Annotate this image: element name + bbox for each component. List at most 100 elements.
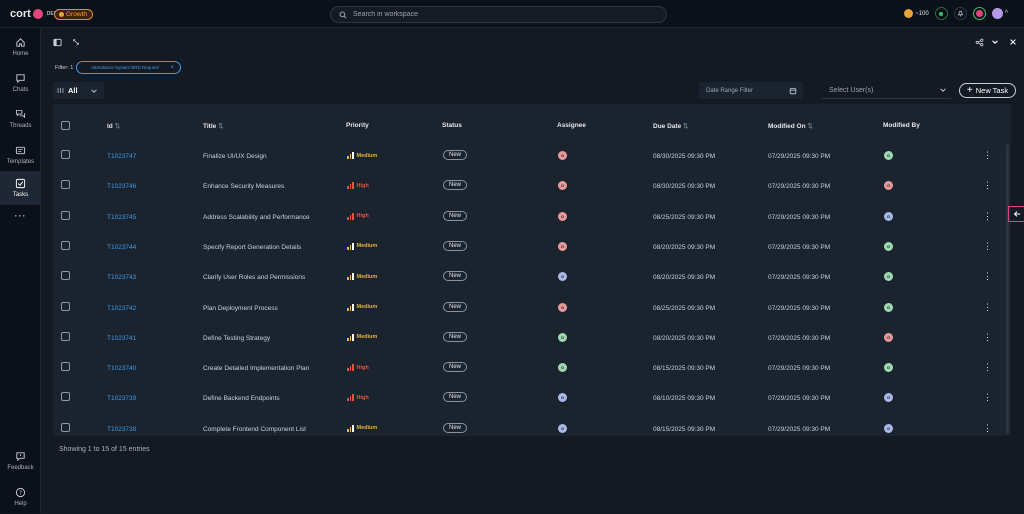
- credits-indicator[interactable]: ~100: [904, 9, 929, 18]
- row-checkbox[interactable]: [61, 362, 70, 372]
- row-menu-icon[interactable]: ⋮: [983, 211, 992, 220]
- column-header-due-date[interactable]: Due Date ⇅: [653, 122, 688, 130]
- sidebar-item-tasks[interactable]: Tasks: [0, 171, 41, 205]
- task-id-link[interactable]: T1023746: [107, 183, 136, 190]
- row-checkbox[interactable]: [61, 422, 70, 432]
- task-id-link[interactable]: T1023739: [107, 395, 136, 402]
- task-title[interactable]: Clarify User Roles and Permissions: [203, 274, 305, 281]
- modified-by-avatar[interactable]: G: [884, 423, 893, 433]
- assignee-avatar[interactable]: G: [558, 241, 567, 251]
- row-checkbox[interactable]: [61, 271, 70, 281]
- row-menu-icon[interactable]: ⋮: [983, 423, 992, 432]
- assignee-avatar[interactable]: G: [558, 211, 567, 221]
- row-menu-icon[interactable]: ⋮: [983, 393, 992, 402]
- table-row[interactable]: T1023739 Define Backend Endpoints High New G…: [53, 385, 1011, 415]
- assignee-avatar[interactable]: G: [558, 181, 567, 191]
- select-all-checkbox[interactable]: [61, 121, 70, 130]
- plan-badge[interactable]: Growth: [54, 9, 93, 20]
- assignee-avatar[interactable]: G: [558, 332, 567, 342]
- task-id-link[interactable]: T1023747: [107, 153, 136, 160]
- row-checkbox[interactable]: [61, 150, 70, 159]
- assignee-avatar[interactable]: G: [558, 272, 567, 282]
- row-checkbox[interactable]: [61, 240, 70, 250]
- status-badge[interactable]: New: [443, 362, 468, 373]
- sidebar-item-templates[interactable]: Templates: [0, 138, 41, 172]
- row-menu-icon[interactable]: ⋮: [983, 332, 992, 341]
- row-menu-icon[interactable]: ⋮: [983, 241, 992, 250]
- close-icon[interactable]: [1007, 36, 1019, 48]
- modified-by-avatar[interactable]: G: [884, 181, 893, 191]
- row-checkbox[interactable]: [61, 331, 70, 341]
- table-row[interactable]: T1023744 Specify Report Generation Detail…: [53, 234, 1011, 264]
- table-row[interactable]: T1023747 Finalize UI/UX Design Medium New G 0…: [53, 143, 1011, 173]
- task-id-link[interactable]: T1023744: [107, 244, 136, 251]
- table-row[interactable]: T1023741 Define Testing Strategy Medium New…: [53, 325, 1011, 355]
- row-checkbox[interactable]: [61, 301, 70, 311]
- row-menu-icon[interactable]: ⋮: [983, 151, 992, 160]
- task-title[interactable]: Define Backend Endpoints: [203, 395, 280, 402]
- panel-toggle-icon[interactable]: [51, 36, 63, 48]
- assignee-avatar[interactable]: G: [558, 151, 567, 160]
- status-badge[interactable]: New: [443, 301, 468, 312]
- chevron-down-icon[interactable]: [989, 36, 1001, 48]
- status-badge[interactable]: New: [443, 271, 468, 282]
- status-badge[interactable]: New: [443, 180, 468, 191]
- modified-by-avatar[interactable]: G: [884, 272, 893, 282]
- app-logo[interactable]: cort DEV: [10, 8, 57, 20]
- status-badge[interactable]: New: [443, 150, 468, 160]
- status-badge[interactable]: New: [443, 210, 468, 221]
- side-panel-toggle[interactable]: [1008, 206, 1024, 222]
- task-id-link[interactable]: T1023743: [107, 274, 136, 281]
- row-checkbox[interactable]: [61, 180, 70, 190]
- row-menu-icon[interactable]: ⋮: [983, 181, 992, 190]
- chip-close-icon[interactable]: ×: [170, 65, 174, 71]
- row-menu-icon[interactable]: ⋮: [983, 302, 992, 311]
- search-input[interactable]: [353, 11, 633, 18]
- task-id-link[interactable]: T1023738: [107, 426, 136, 433]
- task-id-link[interactable]: T1023740: [107, 365, 136, 372]
- collapse-icon[interactable]: [70, 36, 82, 48]
- assignee-avatar[interactable]: G: [558, 393, 567, 403]
- view-select[interactable]: All: [53, 82, 104, 99]
- task-title[interactable]: Specify Report Generation Details: [203, 244, 301, 251]
- task-title[interactable]: Finalize UI/UX Design: [203, 153, 267, 160]
- task-title[interactable]: Create Detailed Implementation Plan: [203, 365, 309, 372]
- workspace-avatar[interactable]: [972, 7, 986, 20]
- sidebar-item-help[interactable]: ? Help: [0, 480, 41, 514]
- row-menu-icon[interactable]: ⋮: [983, 363, 992, 372]
- new-task-button[interactable]: + New Task: [959, 83, 1016, 98]
- sidebar-item-home[interactable]: Home: [0, 30, 41, 64]
- sidebar-item-feedback[interactable]: Feedback: [0, 444, 41, 478]
- task-title[interactable]: Enhance Security Measures: [203, 183, 284, 190]
- filter-chip[interactable]: Attendance System BRD Request ×: [76, 61, 181, 74]
- modified-by-avatar[interactable]: G: [884, 241, 893, 251]
- scrollbar[interactable]: [1006, 144, 1009, 434]
- row-checkbox[interactable]: [61, 210, 70, 220]
- table-row[interactable]: T1023743 Clarify User Roles and Permissio…: [53, 264, 1011, 294]
- assignee-avatar[interactable]: G: [558, 363, 567, 373]
- table-row[interactable]: T1023746 Enhance Security Measures High New…: [53, 173, 1011, 203]
- notification-bell-icon[interactable]: [953, 7, 967, 20]
- column-header-modified-on[interactable]: Modified On ⇅: [768, 122, 813, 130]
- assignee-avatar[interactable]: G: [558, 423, 567, 433]
- task-title[interactable]: Define Testing Strategy: [203, 335, 270, 342]
- status-badge[interactable]: New: [443, 422, 468, 433]
- modified-by-avatar[interactable]: G: [884, 363, 893, 373]
- modified-by-avatar[interactable]: G: [884, 393, 893, 403]
- date-range-filter[interactable]: Date Range Filter: [699, 82, 803, 99]
- row-menu-icon[interactable]: ⋮: [983, 272, 992, 281]
- user-select[interactable]: Select User(s): [822, 82, 951, 99]
- modified-by-avatar[interactable]: G: [884, 211, 893, 221]
- column-header-title[interactable]: Title ⇅: [203, 122, 224, 130]
- search-bar[interactable]: [330, 6, 667, 23]
- row-checkbox[interactable]: [61, 392, 70, 402]
- task-title[interactable]: Complete Frontend Component List: [203, 426, 306, 433]
- status-badge[interactable]: New: [443, 331, 468, 342]
- table-row[interactable]: T1023745 Address Scalability and Performa…: [53, 204, 1011, 234]
- status-badge[interactable]: New: [443, 240, 468, 251]
- modified-by-avatar[interactable]: G: [884, 332, 893, 342]
- task-id-link[interactable]: T1023742: [107, 305, 136, 312]
- task-id-link[interactable]: T1023745: [107, 214, 136, 221]
- column-header-id[interactable]: Id ⇅: [107, 122, 120, 130]
- modified-by-avatar[interactable]: G: [884, 151, 893, 160]
